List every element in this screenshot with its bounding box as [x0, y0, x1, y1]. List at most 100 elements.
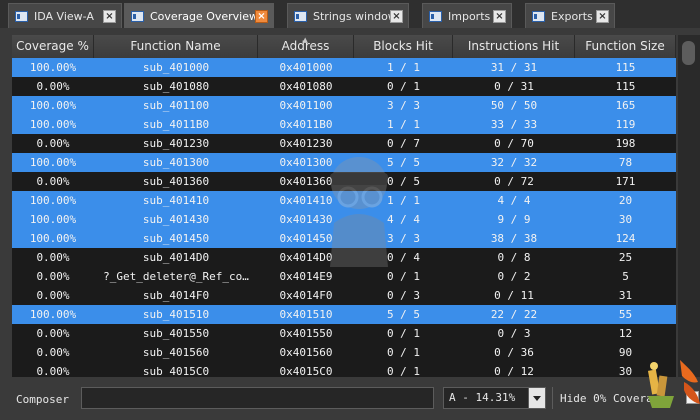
function-size-cell: 119 — [615, 118, 636, 131]
close-icon[interactable]: × — [390, 10, 403, 23]
ida-view-icon — [15, 10, 28, 22]
close-icon[interactable]: × — [596, 10, 609, 23]
coverage-cell: 100.00% — [29, 118, 77, 131]
table-row[interactable]: 0.00% sub_4015C0 0x4015C0 0 / 10 / 12 30 — [12, 362, 676, 377]
address-cell: 0x4014E9 — [279, 270, 333, 283]
blocks-hit-cell: 0 / 5 — [386, 175, 421, 188]
coverage-cell: 0.00% — [36, 346, 70, 359]
function-size-cell: 12 — [618, 327, 633, 340]
instructions-hit-cell: 0 / 3 — [497, 327, 531, 340]
column-header-coverage[interactable]: Coverage % — [12, 35, 94, 58]
tab-strings-window[interactable]: Strings window × — [287, 3, 409, 28]
instructions-hit-cell: 0 / 36 — [494, 346, 534, 359]
instructions-hit-cell: 0 / 2 — [497, 270, 531, 283]
blocks-hit-cell: 0 / 1 — [386, 270, 421, 283]
function-name-cell: sub_401550 — [142, 327, 210, 340]
tab-label: Exports — [551, 9, 593, 23]
function-size-cell: 115 — [615, 80, 636, 93]
close-icon[interactable]: × — [493, 10, 506, 23]
coverage-table: Coverage % Function Name ▲ Address Blocks… — [12, 35, 676, 377]
function-size-cell: 31 — [618, 289, 633, 302]
tab-ida-view-a[interactable]: IDA View-A × — [8, 3, 122, 28]
table-row[interactable]: 100.00% sub_4011B0 0x4011B0 1 / 1 33 / 33 119 — [12, 115, 676, 134]
coverage-cell: 0.00% — [36, 270, 70, 283]
blocks-hit-cell: 0 / 1 — [386, 365, 421, 377]
column-header-function-name[interactable]: Function Name — [94, 35, 258, 58]
coverage-cell: 0.00% — [36, 80, 70, 93]
instructions-hit-cell: 0 / 12 — [494, 365, 534, 377]
instructions-hit-cell: 9 / 9 — [497, 213, 531, 226]
function-size-cell: 165 — [615, 99, 636, 112]
blocks-hit-cell: 1 / 1 — [386, 61, 421, 74]
function-name-cell: sub_401230 — [142, 137, 210, 150]
function-name-cell: sub_4011B0 — [142, 118, 210, 131]
function-size-cell: 55 — [618, 308, 633, 321]
tab-coverage-overview[interactable]: Coverage Overview × — [124, 3, 274, 28]
address-cell: 0x4014F0 — [279, 289, 333, 302]
function-name-cell: sub_401510 — [142, 308, 210, 321]
coverage-cell: 0.00% — [36, 365, 70, 377]
address-cell: 0x401000 — [279, 61, 333, 74]
address-cell: 0x401300 — [279, 156, 333, 169]
column-header-function-size[interactable]: Function Size — [575, 35, 676, 58]
function-size-cell: 115 — [615, 61, 636, 74]
address-cell: 0x401360 — [279, 175, 333, 188]
table-row[interactable]: 100.00% sub_401100 0x401100 3 / 3 50 / 50 165 — [12, 96, 676, 115]
table-row[interactable]: 0.00% sub_401080 0x401080 0 / 1 0 / 31 115 — [12, 77, 676, 96]
address-cell: 0x401080 — [279, 80, 333, 93]
instructions-hit-cell: 31 / 31 — [490, 61, 538, 74]
table-row[interactable]: 0.00% sub_401560 0x401560 0 / 10 / 36 90 — [12, 343, 676, 362]
table-row[interactable]: 100.00% sub_401410 0x401410 1 / 1 4 / 4 20 — [12, 191, 676, 210]
function-name-cell: sub_401410 — [142, 194, 210, 207]
tab-label: Coverage Overview — [150, 9, 258, 23]
coverage-cell: 0.00% — [36, 175, 70, 188]
blocks-hit-cell: 0 / 1 — [386, 327, 421, 340]
coverage-cell: 100.00% — [29, 308, 77, 321]
table-row[interactable]: 100.00% sub_401430 0x401430 4 / 4 9 / 9 30 — [12, 210, 676, 229]
tab-exports[interactable]: Exports × — [525, 3, 615, 28]
blocks-hit-cell: 0 / 3 — [386, 289, 421, 302]
table-row[interactable]: 0.00% sub_4014F0 0x4014F0 0 / 3 0 / 11 31 — [12, 286, 676, 305]
table-row[interactable]: 0.00% ?_Get_deleter@_Ref_co… 0x4014E9 0 / 1… — [12, 267, 676, 286]
table-body: 100.00% sub_401000 0x401000 1 / 1 31 / 31 115… — [12, 58, 676, 377]
scrollbar-thumb[interactable] — [682, 41, 695, 65]
coverage-select[interactable]: A - 14.31% — [443, 387, 546, 409]
function-size-cell: 198 — [615, 137, 636, 150]
table-row[interactable]: 0.00% sub_401230 0x401230 0 / 7 0 / 70 198 — [12, 134, 676, 153]
coverage-cell: 100.00% — [29, 99, 77, 112]
close-icon[interactable]: × — [103, 10, 116, 23]
table-row[interactable]: 100.00% sub_401000 0x401000 1 / 1 31 / 31 115 — [12, 58, 676, 77]
address-cell: 0x401430 — [279, 213, 333, 226]
function-name-cell: sub_401080 — [142, 80, 210, 93]
address-cell: 0x401100 — [279, 99, 333, 112]
close-icon[interactable]: × — [255, 10, 268, 23]
column-header-instructions-hit[interactable]: Instructions Hit — [453, 35, 575, 58]
coverage-cell: 0.00% — [36, 251, 70, 264]
table-row[interactable]: 100.00% sub_401510 0x401510 5 / 5 22 / 22 55 — [12, 305, 676, 324]
column-header-blocks-hit[interactable]: Blocks Hit — [354, 35, 453, 58]
function-name-cell: sub_401100 — [142, 99, 210, 112]
table-row[interactable]: 100.00% sub_401450 0x401450 3 / 3 38 / 38 124 — [12, 229, 676, 248]
tab-bar: IDA View-A × Coverage Overview × Strings… — [0, 0, 700, 28]
address-cell: 0x4011B0 — [279, 118, 333, 131]
instructions-hit-cell: 0 / 11 — [494, 289, 534, 302]
blocks-hit-cell: 0 / 4 — [386, 251, 421, 264]
function-size-cell: 25 — [618, 251, 633, 264]
instructions-hit-cell: 0 / 72 — [494, 175, 534, 188]
tab-imports[interactable]: Imports × — [422, 3, 512, 28]
function-name-cell: ?_Get_deleter@_Ref_co… — [103, 270, 249, 283]
instructions-hit-cell: 0 / 70 — [494, 137, 534, 150]
composer-input[interactable] — [81, 387, 434, 409]
function-name-cell: sub_401300 — [142, 156, 210, 169]
table-row[interactable]: 0.00% sub_401360 0x401360 0 / 5 0 / 72 171 — [12, 172, 676, 191]
vertical-scrollbar[interactable] — [678, 35, 700, 377]
coverage-cell: 0.00% — [36, 289, 70, 302]
table-row[interactable]: 0.00% sub_4014D0 0x4014D0 0 / 4 0 / 8 25 — [12, 248, 676, 267]
function-size-cell: 5 — [622, 270, 629, 283]
column-header-address[interactable]: ▲ Address — [258, 35, 354, 58]
strings-window-icon — [294, 10, 307, 22]
table-row[interactable]: 0.00% sub_401550 0x401550 0 / 1 0 / 3 12 — [12, 324, 676, 343]
tab-label: Imports — [448, 9, 491, 23]
table-row[interactable]: 100.00% sub_401300 0x401300 5 / 5 32 / 32 78 — [12, 153, 676, 172]
chevron-down-icon[interactable] — [528, 388, 545, 408]
